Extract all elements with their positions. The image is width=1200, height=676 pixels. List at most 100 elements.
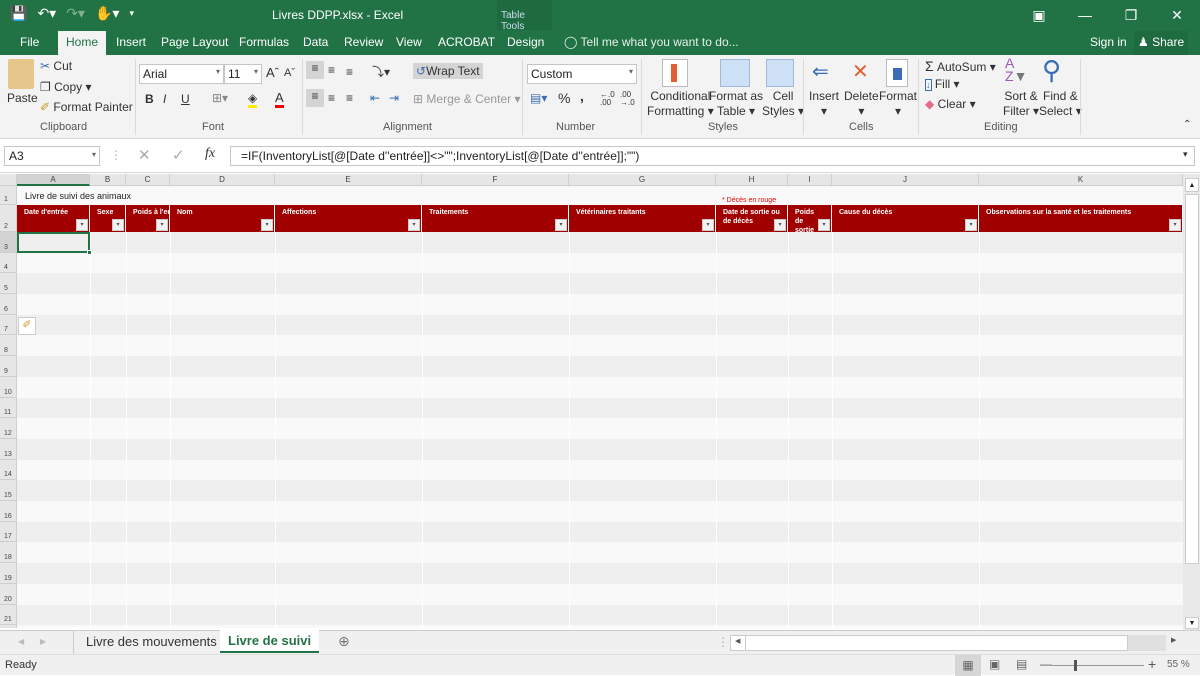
format-cells-icon[interactable] (886, 59, 908, 87)
table-row[interactable] (17, 273, 1183, 295)
zoom-level[interactable]: 55 % (1167, 659, 1190, 670)
row-header[interactable]: 1 (0, 186, 16, 205)
filter-dropdown-icon[interactable]: ▾ (774, 219, 786, 231)
minimize-icon[interactable]: — (1062, 0, 1108, 30)
decrease-indent-icon[interactable]: ⇤ (370, 91, 380, 105)
table-row[interactable] (17, 459, 1183, 481)
table-row[interactable] (17, 604, 1183, 626)
add-sheet-icon[interactable]: ⊕ (338, 633, 350, 650)
tab-formulas[interactable]: Formulas (235, 31, 293, 55)
tab-split-handle[interactable]: ⋮ (717, 635, 729, 649)
page-break-view-icon[interactable]: ▤ (1016, 657, 1027, 671)
table-row[interactable] (17, 521, 1183, 543)
currency-icon[interactable]: ▤▾ (530, 91, 547, 105)
collapse-ribbon-icon[interactable]: ⌃ (1183, 119, 1191, 130)
row-header[interactable]: 8 (0, 336, 16, 357)
share-button[interactable]: ♟ Share (1134, 31, 1189, 55)
sign-in-link[interactable]: Sign in (1086, 31, 1131, 55)
filter-dropdown-icon[interactable]: ▾ (1169, 219, 1181, 231)
sort-filter-button[interactable]: Sort & Filter ▾ (1003, 89, 1039, 119)
tab-review[interactable]: Review (340, 31, 387, 55)
table-row[interactable] (17, 232, 1183, 253)
horizontal-scroll-thumb[interactable] (745, 636, 1125, 650)
column-header-g[interactable]: G (569, 174, 716, 186)
format-as-table-button[interactable]: Format as Table ▾ (709, 89, 763, 119)
cell-styles-button[interactable]: Cell Styles ▾ (762, 89, 804, 119)
restore-icon[interactable]: ❐ (1108, 0, 1154, 30)
align-right-icon[interactable]: ≡ (346, 91, 353, 105)
column-header-j[interactable]: J (832, 174, 979, 186)
column-header-a[interactable]: A (17, 174, 90, 186)
table-row[interactable] (17, 542, 1183, 564)
autosum-button[interactable]: Σ AutoSum ▾ (925, 58, 996, 74)
cut-button[interactable]: ✂ Cut (40, 59, 72, 73)
row-header[interactable]: 3 (0, 232, 16, 253)
normal-view-icon[interactable]: ▦ (955, 655, 981, 676)
merge-center-button[interactable]: ⊞ Merge & Center ▾ (413, 92, 520, 106)
decrease-decimal-icon[interactable]: .00 →.0 (620, 91, 635, 107)
row-header[interactable]: 19 (0, 563, 16, 584)
paste-icon[interactable] (8, 59, 34, 89)
cancel-icon[interactable]: ✕ (138, 146, 151, 164)
filter-dropdown-icon[interactable]: ▾ (965, 219, 977, 231)
orientation-icon[interactable]: ⤵▾ (372, 63, 390, 80)
insert-cells-icon[interactable]: ⇐ (812, 59, 829, 84)
paste-button[interactable]: Paste (7, 91, 38, 105)
insert-function-icon[interactable]: fx (205, 146, 215, 162)
table-row[interactable] (17, 252, 1183, 274)
insert-cells-button[interactable]: Insert ▾ (809, 89, 839, 119)
column-header-k[interactable]: K (979, 174, 1183, 186)
fill-button[interactable]: ↓ Fill ▾ (925, 77, 960, 91)
row-header[interactable]: 9 (0, 356, 16, 377)
sheet-tab-livre-des-mouvements[interactable]: Livre des mouvements (86, 634, 217, 649)
align-bottom-icon[interactable]: ≡ (346, 65, 353, 79)
format-as-table-icon[interactable] (720, 59, 750, 87)
row-header[interactable]: 15 (0, 480, 16, 502)
delete-cells-button[interactable]: Delete ▾ (844, 89, 879, 119)
filter-dropdown-icon[interactable]: ▾ (702, 219, 714, 231)
number-format-select[interactable]: Custom ▾ (527, 64, 637, 84)
delete-cells-icon[interactable]: ✕ (852, 59, 869, 84)
bold-button[interactable]: B (145, 92, 154, 106)
selected-cell-a3[interactable] (17, 232, 92, 255)
table-row[interactable] (17, 563, 1183, 584)
table-row[interactable] (17, 439, 1183, 460)
row-header[interactable]: 6 (0, 294, 16, 315)
enter-icon[interactable]: ✓ (172, 146, 185, 164)
zoom-in-icon[interactable]: + (1148, 656, 1156, 672)
row-header[interactable]: 16 (0, 501, 16, 522)
filter-dropdown-icon[interactable]: ▾ (408, 219, 420, 231)
format-painter-button[interactable]: ✐ Format Painter (40, 100, 133, 114)
close-icon[interactable]: ✕ (1154, 0, 1200, 30)
table-row[interactable] (17, 294, 1183, 315)
table-row[interactable] (17, 335, 1183, 357)
percent-button[interactable]: % (558, 90, 570, 106)
page-layout-view-icon[interactable]: ▣ (989, 657, 1000, 671)
underline-button[interactable]: U (181, 92, 190, 106)
font-size-select[interactable]: 11 ▾ (224, 64, 262, 84)
row-header[interactable]: 11 (0, 398, 16, 419)
column-header-f[interactable]: F (422, 174, 569, 186)
align-left-icon[interactable]: ≡ (306, 89, 324, 107)
table-row[interactable] (17, 501, 1183, 522)
row-header[interactable]: 18 (0, 543, 16, 564)
row-header[interactable]: 12 (0, 418, 16, 439)
quick-analysis-brush-icon[interactable]: ✐ (18, 317, 36, 335)
undo-icon[interactable]: ↶▾ (37, 5, 56, 22)
tab-page-layout[interactable]: Page Layout (157, 31, 232, 55)
tab-view[interactable]: View (392, 31, 426, 55)
zoom-slider-thumb[interactable] (1074, 660, 1077, 671)
column-header-b[interactable]: B (90, 174, 126, 186)
row-header[interactable]: 2 (0, 205, 16, 232)
customize-icon[interactable]: ▾ (129, 8, 134, 19)
save-icon[interactable]: 💾 (10, 5, 27, 22)
table-row[interactable] (17, 376, 1183, 398)
scroll-down-icon[interactable]: ▼ (1185, 617, 1199, 629)
formula-input[interactable]: =IF(InventoryList[@[Date d''entrée]]<>""… (230, 146, 1195, 166)
tab-insert[interactable]: Insert (112, 31, 150, 55)
fill-handle[interactable] (87, 250, 92, 255)
vertical-scroll-thumb[interactable] (1185, 194, 1199, 564)
scroll-left-icon[interactable]: ◀ (735, 637, 740, 645)
filter-dropdown-icon[interactable]: ▾ (112, 219, 124, 231)
magnifier-icon[interactable]: ⚲ (1042, 55, 1061, 86)
